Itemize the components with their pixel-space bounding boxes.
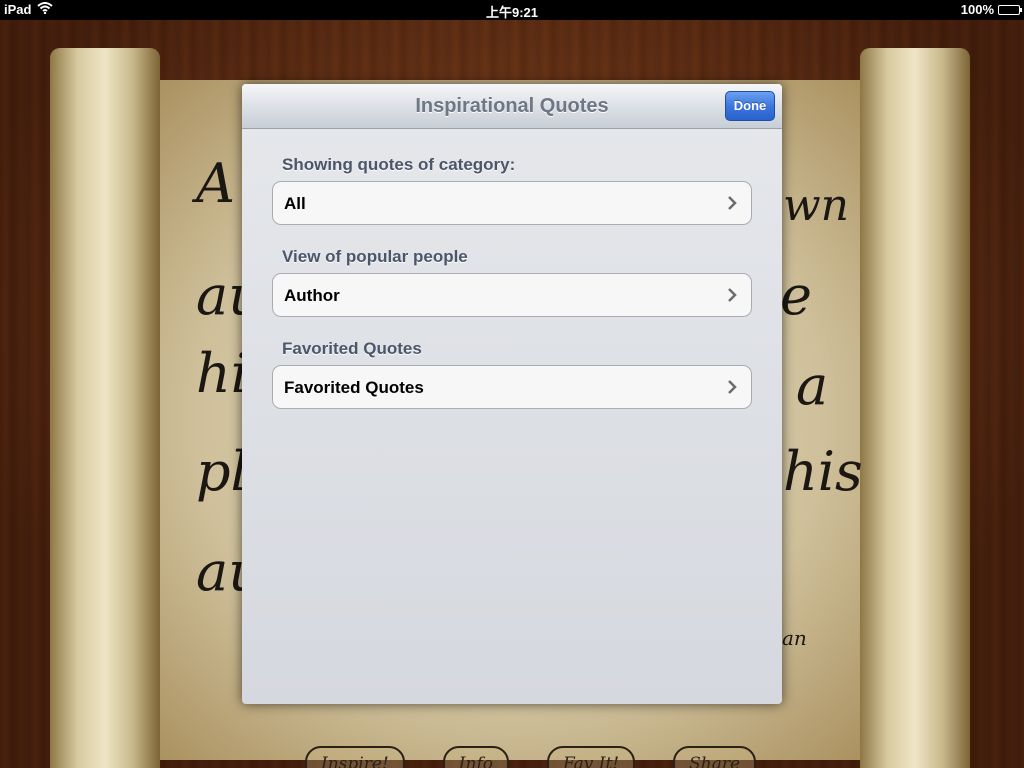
status-right: 100% xyxy=(960,2,1022,17)
status-bar: iPad 上午9:21 100% xyxy=(0,0,1024,20)
chevron-right-icon xyxy=(728,288,737,302)
battery-percent: 100% xyxy=(960,2,994,17)
status-time: 上午9:21 xyxy=(485,5,539,20)
category-cell[interactable]: All xyxy=(272,181,752,225)
scroll-toolbar: Inspire! Info Fav It! Share xyxy=(305,746,757,768)
category-cell-label: All xyxy=(284,194,306,213)
author-cell-label: Author xyxy=(284,286,340,305)
screen: iPad 上午9:21 100% A wn au e his a pla his… xyxy=(0,0,1024,768)
inspire-button[interactable]: Inspire! xyxy=(305,746,405,768)
quote-fragment: wn xyxy=(783,180,849,231)
quote-fragment: an xyxy=(782,626,807,650)
fav-it-button[interactable]: Fav It! xyxy=(546,746,636,768)
battery-icon xyxy=(998,4,1022,15)
scroll-roll-right xyxy=(860,48,970,768)
chevron-right-icon xyxy=(728,196,737,210)
favorited-quotes-cell-label: Favorited Quotes xyxy=(284,378,424,397)
info-button[interactable]: Info xyxy=(442,746,509,768)
chevron-right-icon xyxy=(728,380,737,394)
quote-fragment: his xyxy=(783,440,863,503)
modal-title: Inspirational Quotes xyxy=(415,95,609,117)
section-header-people: View of popular people xyxy=(282,247,468,266)
settings-modal: Inspirational Quotes Done Showing quotes… xyxy=(242,84,782,704)
section-header-favorites: Favorited Quotes xyxy=(282,339,422,358)
quote-fragment: a xyxy=(796,354,829,417)
quote-fragment: e xyxy=(780,264,812,327)
favorited-quotes-cell[interactable]: Favorited Quotes xyxy=(272,365,752,409)
modal-navigation-bar: Inspirational Quotes Done xyxy=(242,84,782,129)
modal-body: Showing quotes of category: All View of … xyxy=(242,129,782,409)
scroll-roll-left xyxy=(50,48,160,768)
author-cell[interactable]: Author xyxy=(272,273,752,317)
share-button[interactable]: Share xyxy=(673,746,757,768)
done-button[interactable]: Done xyxy=(725,91,775,121)
section-header-category: Showing quotes of category: xyxy=(282,155,516,174)
quote-fragment: A xyxy=(196,152,235,215)
